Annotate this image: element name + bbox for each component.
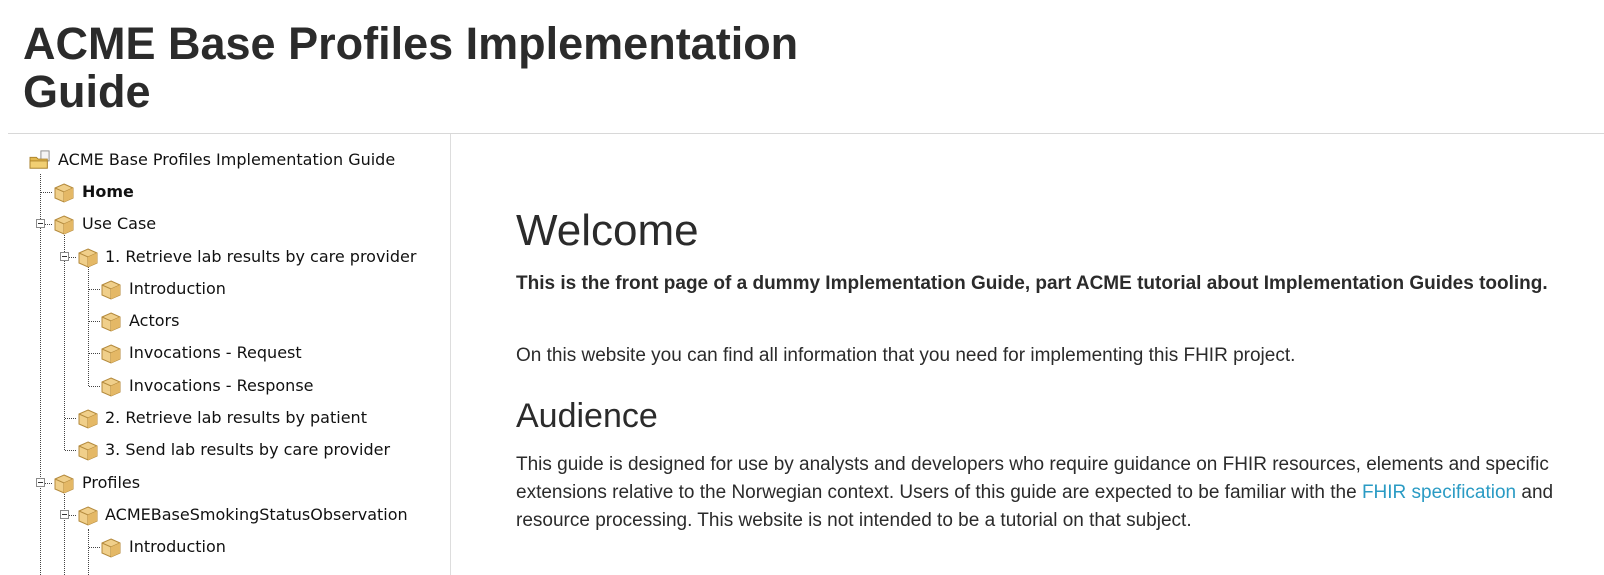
tree-line xyxy=(45,483,52,484)
collapse-toggle[interactable] xyxy=(36,219,45,228)
page-title: ACME Base Profiles Implementation Guide xyxy=(23,18,799,117)
package-icon xyxy=(78,248,98,268)
main-content: Welcome This is the front page of a dumm… xyxy=(452,134,1604,575)
tree-root[interactable]: ACME Base Profiles Implementation Guide xyxy=(0,144,450,176)
tree-line xyxy=(89,289,100,290)
sidebar-item-label[interactable]: Invocations - Request xyxy=(129,337,302,369)
sidebar-item-acme-base-smoking-status-observation[interactable]: ACMEBaseSmokingStatusObservation xyxy=(0,499,450,531)
package-icon xyxy=(101,538,121,558)
audience-text: This guide is designed for use by analys… xyxy=(516,451,1576,535)
package-icon xyxy=(78,409,98,429)
tree-line xyxy=(89,386,100,387)
tree-line xyxy=(69,515,76,516)
sidebar-item-label[interactable]: Profiles xyxy=(82,467,140,499)
sidebar-item-label[interactable]: Home xyxy=(82,176,134,208)
sidebar-item-use-case[interactable]: Use Case xyxy=(0,208,450,240)
tree-line xyxy=(89,321,100,322)
sidebar-tree: ACME Base Profiles Implementation Guide … xyxy=(0,134,451,575)
sidebar-item-introduction[interactable]: Introduction xyxy=(0,531,450,563)
sidebar-item-retrieve-lab-results-by-patient[interactable]: 2. Retrieve lab results by patient xyxy=(0,402,450,434)
intro-lead: This is the front page of a dummy Implem… xyxy=(516,273,1548,294)
sidebar-item-actors[interactable]: Actors xyxy=(0,305,450,337)
package-icon xyxy=(78,441,98,461)
package-icon xyxy=(54,215,74,235)
sidebar-item-label[interactable]: 1. Retrieve lab results by care provider xyxy=(105,241,416,273)
tree-line xyxy=(41,192,52,193)
intro-text: On this website you can find all informa… xyxy=(516,345,1296,366)
sidebar-item-profiles[interactable]: Profiles xyxy=(0,467,450,499)
sidebar-item-label[interactable]: Actors xyxy=(129,305,179,337)
collapse-toggle[interactable] xyxy=(60,252,69,261)
package-icon xyxy=(54,183,74,203)
sidebar-item-retrieve-lab-results-by-care-provider[interactable]: 1. Retrieve lab results by care provider xyxy=(0,241,450,273)
sidebar-item-home[interactable]: Home xyxy=(0,176,450,208)
collapse-toggle[interactable] xyxy=(60,510,69,519)
sidebar-item-label[interactable]: 3. Send lab results by care provider xyxy=(105,434,390,466)
sidebar-item-invocations-response[interactable]: Invocations - Response xyxy=(0,370,450,402)
package-icon xyxy=(101,312,121,332)
sidebar-item-label[interactable]: Use Case xyxy=(82,208,156,240)
package-icon xyxy=(101,280,121,300)
sidebar-item-label[interactable]: Introduction xyxy=(129,273,226,305)
page-header: ACME Base Profiles Implementation Guide xyxy=(0,0,1604,134)
sidebar-item-introduction[interactable]: Introduction xyxy=(0,273,450,305)
audience-heading: Audience xyxy=(516,397,658,435)
tree-line xyxy=(65,450,76,451)
welcome-heading: Welcome xyxy=(516,206,699,255)
tree-line xyxy=(69,257,76,258)
sidebar-item-invocations-request[interactable]: Invocations - Request xyxy=(0,337,450,369)
package-icon xyxy=(78,506,98,526)
tree-line xyxy=(89,353,100,354)
sidebar-item-send-lab-results-by-care-provider[interactable]: 3. Send lab results by care provider xyxy=(0,434,450,466)
collapse-toggle[interactable] xyxy=(36,478,45,487)
sidebar-item-label[interactable]: Introduction xyxy=(129,531,226,563)
tree-line xyxy=(89,547,100,548)
package-icon xyxy=(54,474,74,494)
tree-line xyxy=(65,418,76,419)
folder-icon xyxy=(29,150,50,169)
tree-root-label[interactable]: ACME Base Profiles Implementation Guide xyxy=(58,144,395,176)
package-icon xyxy=(101,377,121,397)
tree-line xyxy=(45,224,52,225)
sidebar-item-label[interactable]: 2. Retrieve lab results by patient xyxy=(105,402,367,434)
fhir-specification-link[interactable]: FHIR specification xyxy=(1362,482,1516,503)
package-icon xyxy=(101,344,121,364)
sidebar-item-label[interactable]: Invocations - Response xyxy=(129,370,314,402)
sidebar-item-label[interactable]: ACMEBaseSmokingStatusObservation xyxy=(105,499,408,531)
